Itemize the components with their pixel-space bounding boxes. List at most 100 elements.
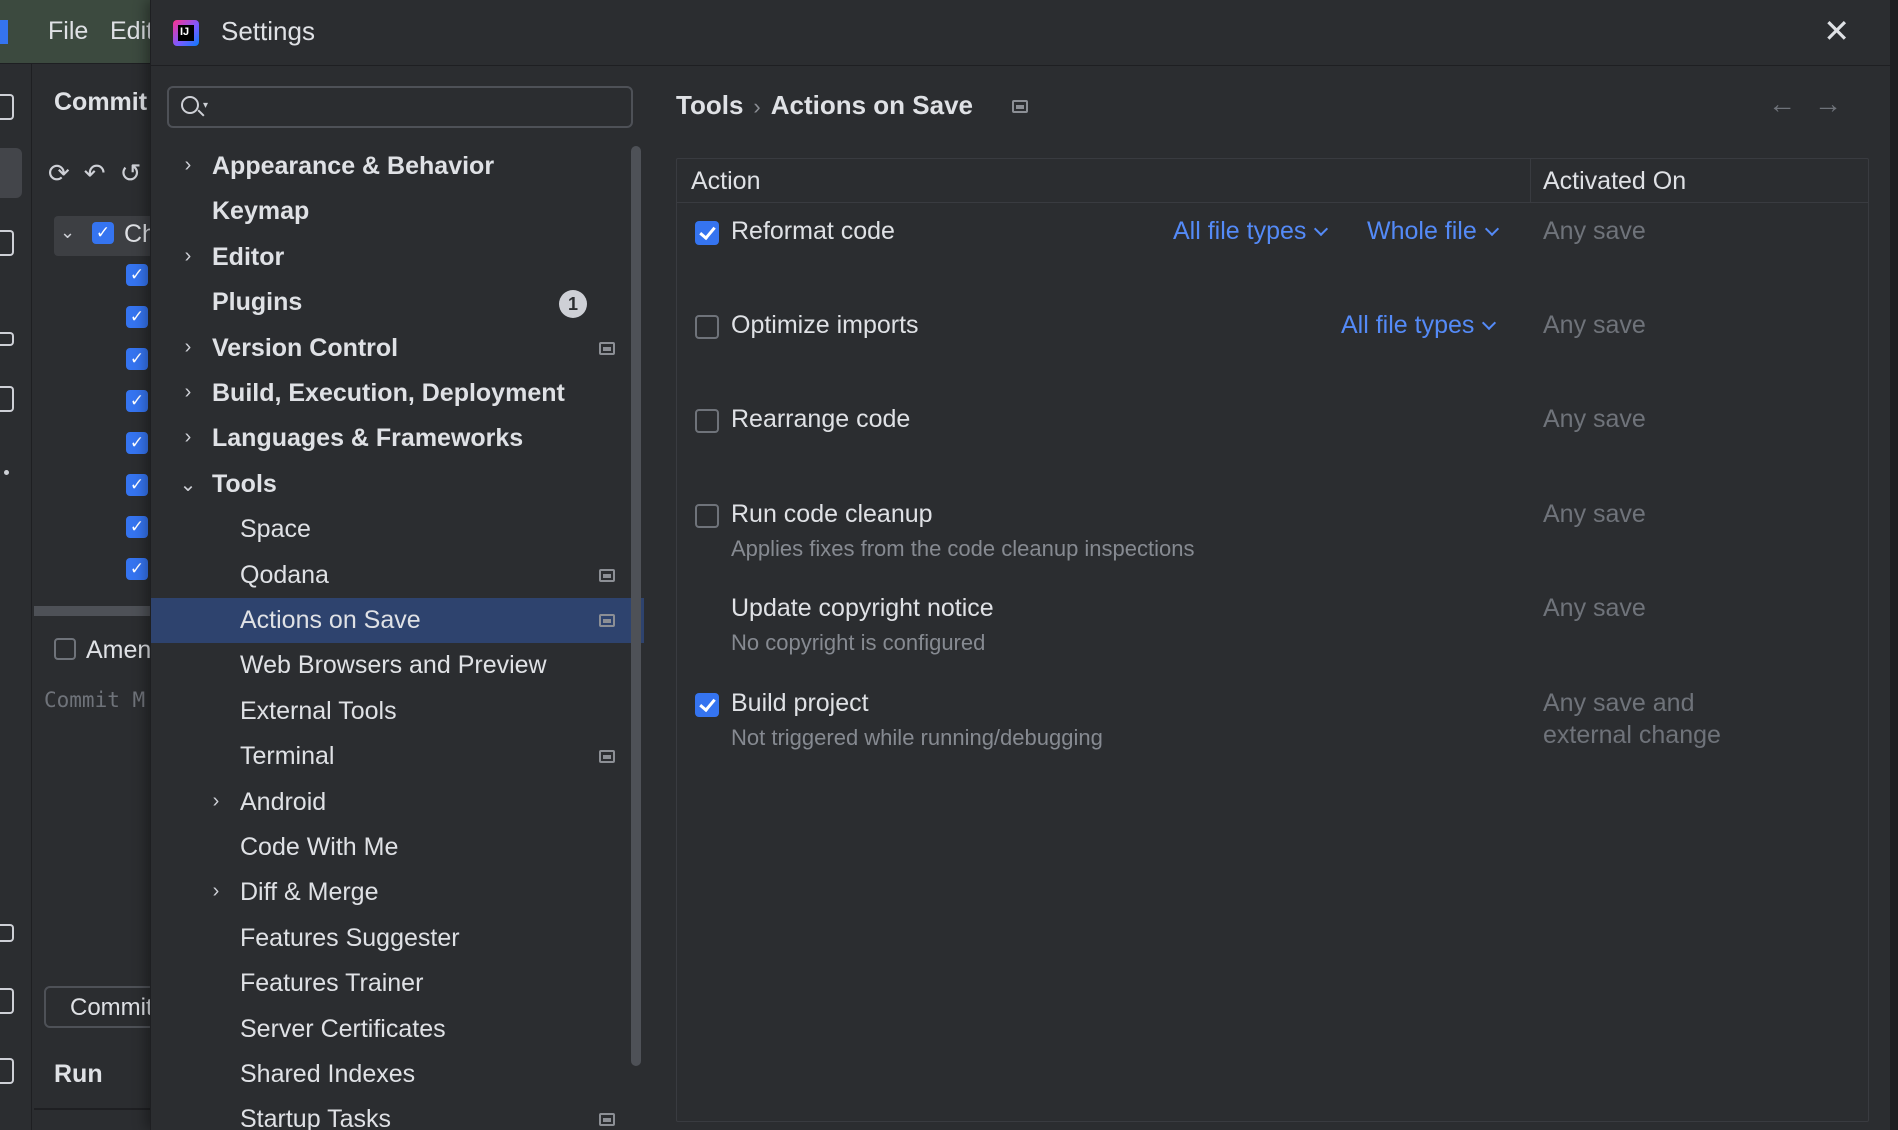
chevron-right-icon[interactable]: › — [178, 245, 198, 268]
problems-icon[interactable] — [0, 1058, 14, 1084]
changes-checkbox[interactable]: ✓ — [92, 222, 114, 244]
nav-item[interactable]: Space — [151, 507, 644, 552]
nav-scrollbar[interactable] — [631, 146, 641, 1066]
close-icon[interactable]: ✕ — [1823, 12, 1850, 50]
action-checkbox[interactable] — [695, 221, 719, 245]
menu-edit[interactable]: Edit — [110, 17, 153, 46]
file-checkbox[interactable]: ✓ — [126, 558, 148, 580]
file-checkbox[interactable]: ✓ — [126, 390, 148, 412]
project-scope-icon — [599, 1113, 615, 1127]
nav-item[interactable]: › Editor — [151, 235, 644, 280]
tool-window-strip — [0, 64, 32, 1130]
chevron-down-icon[interactable]: ⌄ — [60, 222, 75, 243]
action-checkbox[interactable] — [695, 315, 719, 339]
breadcrumb-parent[interactable]: Tools — [676, 90, 743, 120]
chevron-right-icon[interactable]: › — [206, 880, 226, 903]
nav-item-label: Languages & Frameworks — [212, 424, 524, 453]
action-label: Rearrange code — [731, 405, 911, 433]
bookmarks-icon[interactable] — [0, 386, 14, 412]
action-checkbox[interactable] — [695, 693, 719, 717]
chevron-right-icon[interactable]: › — [206, 790, 226, 813]
commit-tool-icon[interactable] — [0, 148, 22, 198]
chevron-down-icon[interactable]: ▾ — [203, 100, 208, 111]
commit-panel-title: Commit — [54, 88, 148, 116]
action-description: Applies fixes from the code cleanup insp… — [731, 536, 1195, 561]
nav-item[interactable]: Shared Indexes — [151, 1052, 644, 1097]
nav-item[interactable]: Terminal — [151, 734, 644, 779]
pull-requests-icon[interactable] — [0, 230, 14, 256]
file-checkbox[interactable]: ✓ — [126, 516, 148, 538]
nav-item-label: Server Certificates — [240, 1014, 446, 1043]
nav-item[interactable]: Code With Me — [151, 825, 644, 870]
horizontal-scrollbar[interactable] — [34, 606, 160, 616]
nav-item[interactable]: › Appearance & Behavior — [151, 144, 644, 189]
nav-item[interactable]: › Android — [151, 780, 644, 825]
file-checkbox[interactable]: ✓ — [126, 264, 148, 286]
chevron-right-icon[interactable]: › — [178, 154, 198, 177]
file-checkbox[interactable]: ✓ — [126, 348, 148, 370]
nav-item[interactable]: › Languages & Frameworks — [151, 416, 644, 461]
menu-file[interactable]: File — [48, 17, 88, 46]
file-checkbox[interactable]: ✓ — [126, 432, 148, 454]
nav-item[interactable]: › Diff & Merge — [151, 870, 644, 915]
forward-arrow-icon[interactable]: → — [1814, 88, 1842, 120]
nav-item[interactable]: › Version Control — [151, 326, 644, 371]
project-scope-icon — [599, 614, 615, 627]
nav-item[interactable]: Web Browsers and Preview — [151, 643, 644, 688]
column-header-activated-on[interactable]: Activated On — [1543, 167, 1686, 196]
breadcrumb: Tools › Actions on Save — [676, 90, 973, 121]
scope-dropdown[interactable]: Whole file — [1367, 217, 1499, 246]
more-icon[interactable] — [4, 470, 9, 475]
breadcrumb-current: Actions on Save — [770, 90, 974, 120]
action-checkbox[interactable] — [695, 504, 719, 528]
ide-logo-icon — [0, 20, 8, 44]
nav-item[interactable]: › Build, Execution, Deployment — [151, 371, 644, 416]
nav-item[interactable]: Startup Tasks — [151, 1097, 644, 1130]
nav-item[interactable]: External Tools — [151, 689, 644, 734]
window-edge — [1890, 0, 1898, 1130]
action-label: Reformat code — [731, 217, 895, 245]
column-header-action[interactable]: Action — [691, 167, 760, 196]
search-field[interactable]: ▾ — [167, 86, 633, 128]
structure-icon[interactable] — [0, 332, 14, 346]
activated-on-value: Any save and external change — [1543, 689, 1721, 749]
nav-item[interactable]: Features Trainer — [151, 961, 644, 1006]
action-label: Build project — [731, 689, 869, 717]
amend-checkbox[interactable] — [54, 638, 76, 660]
file-types-dropdown[interactable]: All file types — [1173, 217, 1329, 246]
nav-item-label: Keymap — [212, 197, 310, 226]
back-arrow-icon[interactable]: ← — [1768, 88, 1796, 120]
nav-item[interactable]: Keymap — [151, 189, 644, 234]
nav-item[interactable]: Server Certificates — [151, 1007, 644, 1052]
search-icon[interactable] — [181, 96, 199, 114]
file-types-dropdown[interactable]: All file types — [1341, 311, 1497, 340]
project-tool-icon[interactable] — [0, 94, 14, 120]
chevron-down-icon — [1484, 221, 1499, 237]
nav-item[interactable]: Plugins 1 — [151, 280, 644, 325]
column-divider[interactable] — [1530, 159, 1531, 203]
search-input[interactable] — [219, 92, 619, 122]
project-scope-icon — [1012, 100, 1028, 113]
action-checkbox[interactable] — [695, 409, 719, 433]
file-checkbox[interactable]: ✓ — [126, 474, 148, 496]
chevron-right-icon[interactable]: › — [178, 426, 198, 449]
nav-item-label: Code With Me — [240, 833, 399, 861]
chevron-right-icon[interactable]: › — [178, 336, 198, 359]
nav-item[interactable]: Actions on Save — [151, 598, 644, 643]
services-icon[interactable] — [0, 988, 14, 1014]
project-scope-icon — [599, 750, 615, 764]
nav-item[interactable]: Qodana — [151, 553, 644, 598]
nav-item-label: Space — [240, 515, 311, 544]
nav-item[interactable]: Features Suggester — [151, 916, 644, 961]
file-checkbox[interactable]: ✓ — [126, 306, 148, 328]
nav-item-label: Terminal — [240, 742, 335, 771]
todo-icon[interactable] — [0, 924, 14, 942]
commit-toolbar[interactable]: ⟳↶↺ — [48, 158, 155, 189]
commit-message-field[interactable]: Commit M — [44, 688, 145, 712]
dialog-titlebar[interactable]: IJ Settings ✕ — [151, 0, 1890, 66]
nav-item-label: Actions on Save — [240, 606, 421, 634]
chevron-right-icon[interactable]: › — [178, 381, 198, 404]
nav-item[interactable]: ⌄ Tools — [151, 462, 644, 507]
chevron-down-icon[interactable]: ⌄ — [178, 472, 198, 497]
project-scope-icon — [599, 341, 615, 355]
